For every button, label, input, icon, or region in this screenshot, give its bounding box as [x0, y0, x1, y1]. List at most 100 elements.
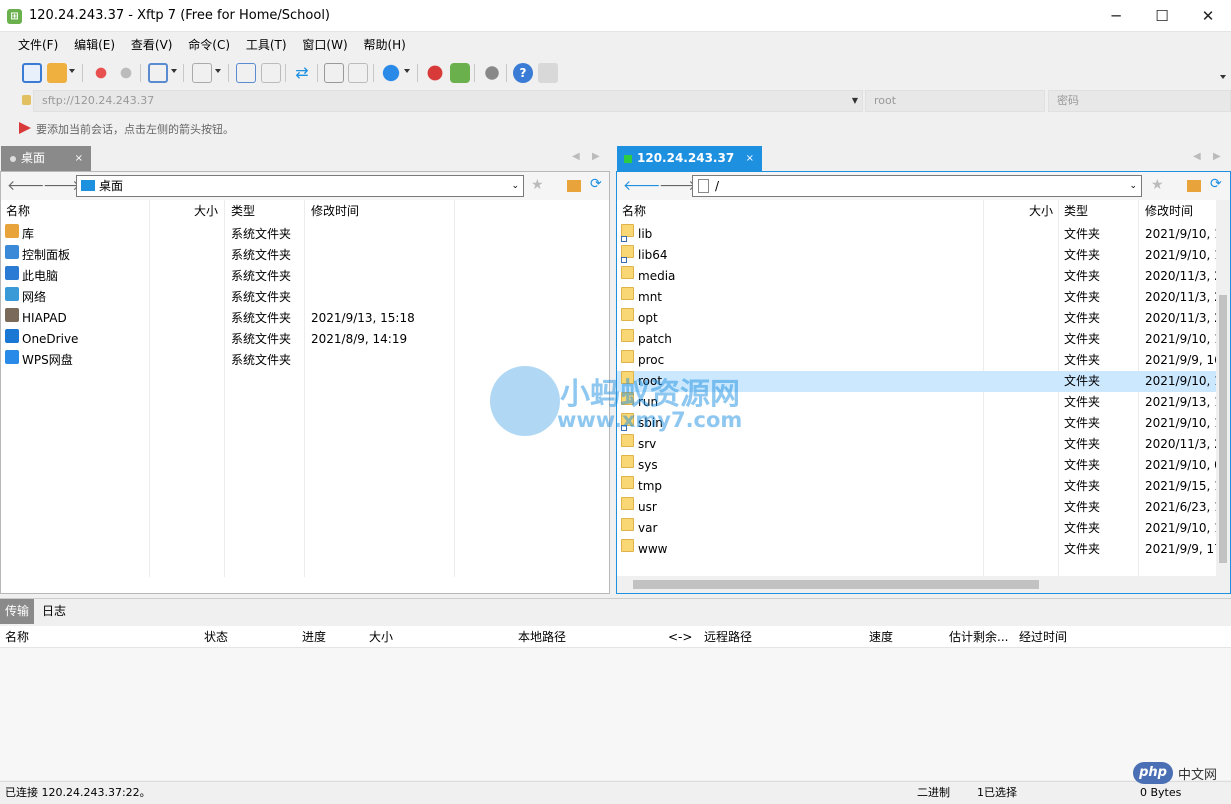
minimize-button[interactable]: ─: [1093, 0, 1139, 32]
scrollbar-thumb[interactable]: [1219, 295, 1227, 563]
col-transfer-remote-path[interactable]: 远程路径: [704, 626, 752, 648]
menu-view[interactable]: 查看(V): [125, 33, 179, 57]
col-transfer-eta[interactable]: 估计剩余...: [949, 626, 1008, 648]
bookmark-arrow-icon[interactable]: [19, 122, 31, 134]
col-type[interactable]: 类型: [1064, 200, 1088, 222]
tab-local-desktop[interactable]: 桌面 ×: [1, 146, 91, 171]
tab-close-icon[interactable]: ×: [75, 146, 83, 171]
copy-icon[interactable]: [324, 63, 344, 83]
chat-icon[interactable]: [538, 63, 558, 83]
table-row[interactable]: srv 文件夹 2020/11/3, 2: [617, 434, 1216, 455]
menu-tools[interactable]: 工具(T): [240, 33, 293, 57]
back-icon[interactable]: 🡐: [623, 177, 661, 194]
tab-remote-server[interactable]: 120.24.243.37 ×: [617, 146, 762, 171]
col-modified[interactable]: 修改时间: [311, 200, 359, 222]
export-icon[interactable]: [261, 63, 281, 83]
vertical-scrollbar[interactable]: [1216, 200, 1230, 576]
menu-command[interactable]: 命令(C): [182, 33, 236, 57]
new-session-icon[interactable]: [22, 63, 42, 83]
menu-file[interactable]: 文件(F): [12, 33, 64, 57]
menu-window[interactable]: 窗口(W): [296, 33, 353, 57]
table-row[interactable]: www 文件夹 2021/9/9, 17: [617, 539, 1216, 560]
col-transfer-progress[interactable]: 进度: [302, 626, 326, 648]
col-transfer-size[interactable]: 大小: [369, 626, 393, 648]
back-icon[interactable]: 🡐: [7, 177, 45, 194]
table-row[interactable]: OneDrive 系统文件夹 2021/8/9, 14:19: [1, 329, 609, 350]
menu-edit[interactable]: 编辑(E): [68, 33, 121, 57]
left-tab-scroll-left-icon[interactable]: ◀: [572, 151, 580, 162]
maximize-button[interactable]: ☐: [1139, 0, 1185, 32]
host-dropdown-icon[interactable]: ▼: [852, 91, 858, 111]
tab-transfer[interactable]: 传输: [0, 599, 34, 624]
col-transfer-elapsed[interactable]: 经过时间: [1019, 626, 1067, 648]
forward-icon[interactable]: 🡒: [659, 177, 697, 194]
forward-icon[interactable]: 🡒: [43, 177, 81, 194]
help-icon[interactable]: ?: [513, 63, 533, 83]
table-row[interactable]: patch 文件夹 2021/9/10, 1: [617, 329, 1216, 350]
col-transfer-local-path[interactable]: 本地路径: [518, 626, 566, 648]
globe-icon[interactable]: [381, 63, 401, 83]
local-path-input[interactable]: 桌面 ⌄: [76, 175, 524, 197]
home-icon[interactable]: [567, 180, 581, 192]
col-transfer-status[interactable]: 状态: [204, 626, 228, 648]
col-modified[interactable]: 修改时间: [1145, 200, 1193, 222]
xftp-icon[interactable]: [450, 63, 470, 83]
close-button[interactable]: ✕: [1185, 0, 1231, 32]
table-row[interactable]: opt 文件夹 2020/11/3, 2: [617, 308, 1216, 329]
properties-icon[interactable]: [148, 63, 168, 83]
reconnect-icon[interactable]: [116, 63, 136, 83]
refresh-icon[interactable]: ⟳: [1210, 176, 1222, 192]
col-name[interactable]: 名称: [622, 200, 646, 222]
table-row[interactable]: media 文件夹 2020/11/3, 2: [617, 266, 1216, 287]
path-dropdown-icon[interactable]: ⌄: [511, 176, 519, 196]
play-icon[interactable]: [192, 63, 212, 83]
col-size[interactable]: 大小: [194, 200, 218, 222]
gear-icon[interactable]: [482, 63, 502, 83]
col-transfer-speed[interactable]: 速度: [869, 626, 893, 648]
table-row[interactable]: sys 文件夹 2021/9/10, 0: [617, 455, 1216, 476]
menu-help[interactable]: 帮助(H): [357, 33, 411, 57]
table-row[interactable]: 库 系统文件夹: [1, 224, 609, 245]
disconnect-icon[interactable]: [91, 63, 111, 83]
table-row[interactable]: mnt 文件夹 2020/11/3, 2: [617, 287, 1216, 308]
scrollbar-thumb[interactable]: [633, 580, 1039, 589]
right-tab-scroll-left-icon[interactable]: ◀: [1193, 151, 1201, 162]
table-row[interactable]: lib 文件夹 2021/9/10, 1: [617, 224, 1216, 245]
host-input[interactable]: sftp://120.24.243.37 ▼: [33, 90, 863, 112]
table-row[interactable]: HIAPAD 系统文件夹 2021/9/13, 15:18: [1, 308, 609, 329]
remote-path-input[interactable]: / ⌄: [692, 175, 1142, 197]
tab-log[interactable]: 日志: [42, 599, 66, 624]
horizontal-scrollbar[interactable]: [617, 576, 1230, 593]
col-name[interactable]: 名称: [6, 200, 30, 222]
open-folder-icon[interactable]: [47, 63, 67, 83]
table-row[interactable]: 网络 系统文件夹: [1, 287, 609, 308]
table-row[interactable]: 控制面板 系统文件夹: [1, 245, 609, 266]
home-icon[interactable]: [1187, 180, 1201, 192]
username-input[interactable]: root: [865, 90, 1045, 112]
folder-icon: [621, 329, 634, 342]
path-dropdown-icon[interactable]: ⌄: [1129, 176, 1137, 196]
status-connection: 已连接 120.24.243.37:22。: [5, 786, 151, 799]
table-row[interactable]: proc 文件夹 2021/9/9, 16: [617, 350, 1216, 371]
table-row[interactable]: var 文件夹 2021/9/10, 1: [617, 518, 1216, 539]
import-icon[interactable]: [236, 63, 256, 83]
table-row[interactable]: 此电脑 系统文件夹: [1, 266, 609, 287]
col-transfer-name[interactable]: 名称: [5, 626, 29, 648]
password-input[interactable]: 密码: [1048, 90, 1231, 112]
tab-close-icon[interactable]: ×: [746, 146, 754, 171]
favorite-star-icon[interactable]: ★: [1151, 177, 1164, 193]
transfer-list[interactable]: [0, 648, 1231, 780]
left-tab-scroll-right-icon[interactable]: ▶: [592, 151, 600, 162]
paste-icon[interactable]: [348, 63, 368, 83]
xshell-icon[interactable]: [425, 63, 445, 83]
sync-arrows-icon[interactable]: ⇄: [292, 63, 312, 83]
col-type[interactable]: 类型: [231, 200, 255, 222]
right-tab-scroll-right-icon[interactable]: ▶: [1213, 151, 1221, 162]
col-transfer-direction[interactable]: <->: [668, 626, 692, 648]
table-row[interactable]: tmp 文件夹 2021/9/15, 1: [617, 476, 1216, 497]
table-row[interactable]: lib64 文件夹 2021/9/10, 1: [617, 245, 1216, 266]
table-row[interactable]: usr 文件夹 2021/6/23, 1: [617, 497, 1216, 518]
favorite-star-icon[interactable]: ★: [531, 177, 544, 193]
col-size[interactable]: 大小: [1029, 200, 1053, 222]
refresh-icon[interactable]: ⟳: [590, 176, 602, 192]
